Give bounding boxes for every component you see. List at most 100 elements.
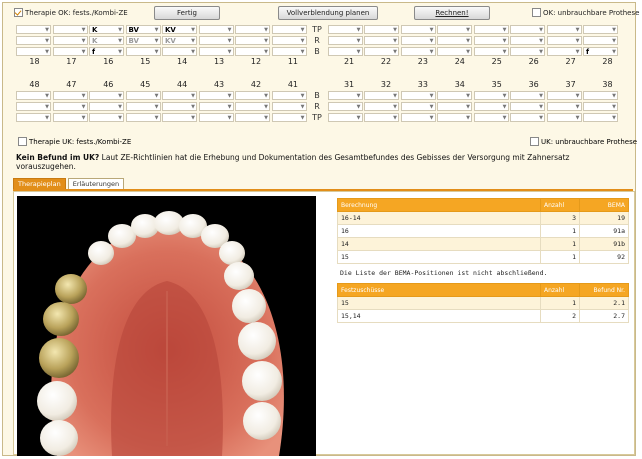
- tooth-finding-select[interactable]: ▼: [583, 102, 618, 111]
- chevron-down-icon[interactable]: ▼: [539, 103, 543, 112]
- tooth-finding-select[interactable]: ▼: [510, 25, 545, 34]
- chevron-down-icon[interactable]: ▼: [430, 114, 434, 123]
- chevron-down-icon[interactable]: ▼: [466, 103, 470, 112]
- tooth-finding-select[interactable]: ▼: [235, 113, 270, 122]
- tooth-finding-select[interactable]: BV ▼: [125, 36, 161, 45]
- tooth-finding-select[interactable]: ▼: [437, 113, 472, 122]
- chevron-down-icon[interactable]: ▼: [45, 37, 49, 46]
- tooth-finding-select[interactable]: ▼: [510, 36, 545, 45]
- tooth-finding-select[interactable]: ▼: [583, 113, 618, 122]
- chevron-down-icon[interactable]: ▼: [503, 26, 507, 35]
- tooth-finding-select[interactable]: ▼: [327, 25, 363, 34]
- chevron-down-icon[interactable]: ▼: [430, 103, 434, 112]
- chevron-down-icon[interactable]: ▼: [118, 37, 122, 46]
- tooth-finding-select[interactable]: ▼: [400, 102, 436, 112]
- chevron-down-icon[interactable]: ▼: [430, 26, 434, 35]
- tooth-finding-select[interactable]: ▼: [364, 47, 399, 56]
- chevron-down-icon[interactable]: ▼: [576, 48, 580, 57]
- tooth-finding-select[interactable]: ▼: [400, 25, 436, 35]
- tooth-finding-select[interactable]: ▼: [473, 91, 509, 100]
- chevron-down-icon[interactable]: ▼: [393, 26, 397, 35]
- chevron-down-icon[interactable]: ▼: [82, 92, 86, 101]
- chevron-down-icon[interactable]: ▼: [576, 92, 580, 101]
- chevron-down-icon[interactable]: ▼: [503, 103, 507, 112]
- chevron-down-icon[interactable]: ▼: [191, 103, 195, 112]
- tooth-finding-select[interactable]: ▼: [89, 91, 124, 100]
- checkbox-box[interactable]: [18, 137, 27, 146]
- chevron-down-icon[interactable]: ▼: [503, 114, 507, 123]
- tooth-finding-select[interactable]: ▼: [510, 113, 545, 122]
- tooth-finding-select[interactable]: ▼: [546, 47, 582, 57]
- chevron-down-icon[interactable]: ▼: [301, 114, 305, 123]
- checkbox-box[interactable]: [14, 8, 23, 17]
- tooth-finding-select[interactable]: ▼: [510, 102, 545, 111]
- chevron-down-icon[interactable]: ▼: [301, 103, 305, 112]
- chevron-down-icon[interactable]: ▼: [264, 26, 268, 35]
- tooth-finding-select[interactable]: ▼: [473, 113, 509, 123]
- tooth-finding-select[interactable]: ▼: [235, 25, 270, 34]
- tooth-finding-select[interactable]: KV ▼: [162, 25, 197, 34]
- chevron-down-icon[interactable]: ▼: [264, 92, 268, 101]
- tooth-finding-select[interactable]: ▼: [364, 25, 399, 34]
- chevron-down-icon[interactable]: ▼: [264, 37, 268, 46]
- chevron-down-icon[interactable]: ▼: [118, 48, 122, 57]
- tooth-finding-select[interactable]: ▼: [198, 25, 234, 34]
- tooth-finding-select[interactable]: ▼: [52, 102, 88, 111]
- chevron-down-icon[interactable]: ▼: [155, 26, 159, 35]
- chevron-down-icon[interactable]: ▼: [228, 114, 232, 123]
- chevron-down-icon[interactable]: ▼: [612, 48, 616, 57]
- tooth-finding-select[interactable]: K ▼: [89, 36, 124, 45]
- chevron-down-icon[interactable]: ▼: [45, 103, 49, 112]
- chevron-down-icon[interactable]: ▼: [45, 48, 49, 57]
- tooth-finding-select[interactable]: ▼: [473, 102, 509, 112]
- tooth-finding-select[interactable]: ▼: [198, 36, 234, 46]
- tooth-finding-select[interactable]: ▼: [52, 25, 88, 34]
- tooth-finding-select[interactable]: ▼: [546, 102, 582, 111]
- chevron-down-icon[interactable]: ▼: [539, 48, 543, 57]
- therapy-ok-checkbox[interactable]: Therapie OK: fests./Kombi-ZE: [14, 8, 128, 17]
- chevron-down-icon[interactable]: ▼: [264, 114, 268, 123]
- chevron-down-icon[interactable]: ▼: [612, 92, 616, 101]
- chevron-down-icon[interactable]: ▼: [118, 114, 122, 123]
- tooth-finding-select[interactable]: ▼: [437, 91, 472, 100]
- tooth-finding-select[interactable]: ▼: [583, 25, 618, 34]
- tooth-finding-select[interactable]: ▼: [327, 102, 363, 111]
- tooth-finding-select[interactable]: ▼: [437, 47, 472, 56]
- tooth-finding-select[interactable]: KV ▼: [162, 36, 197, 45]
- tooth-finding-select[interactable]: ▼: [271, 25, 307, 34]
- chevron-down-icon[interactable]: ▼: [191, 114, 195, 123]
- chevron-down-icon[interactable]: ▼: [576, 37, 580, 46]
- tooth-finding-select[interactable]: ▼: [16, 36, 51, 45]
- tooth-finding-select[interactable]: ▼: [437, 36, 472, 45]
- tooth-finding-select[interactable]: BV ▼: [125, 25, 161, 35]
- chevron-down-icon[interactable]: ▼: [466, 26, 470, 35]
- tooth-finding-select[interactable]: ▼: [52, 91, 88, 101]
- chevron-down-icon[interactable]: ▼: [357, 114, 361, 123]
- chevron-down-icon[interactable]: ▼: [45, 26, 49, 35]
- chevron-down-icon[interactable]: ▼: [539, 114, 543, 123]
- tooth-finding-select[interactable]: ▼: [546, 91, 582, 101]
- tooth-finding-select[interactable]: ▼: [271, 91, 307, 100]
- chevron-down-icon[interactable]: ▼: [539, 26, 543, 35]
- tooth-finding-select[interactable]: ▼: [198, 91, 234, 100]
- tooth-finding-select[interactable]: ▼: [198, 113, 234, 123]
- chevron-down-icon[interactable]: ▼: [393, 37, 397, 46]
- tooth-finding-select[interactable]: ▼: [327, 113, 363, 123]
- rechnen-button[interactable]: Rechnen!: [414, 6, 490, 20]
- tooth-finding-select[interactable]: ▼: [327, 36, 363, 45]
- tooth-finding-select[interactable]: ▼: [400, 36, 436, 45]
- chevron-down-icon[interactable]: ▼: [466, 48, 470, 57]
- tooth-finding-select[interactable]: ▼: [400, 47, 436, 56]
- tooth-finding-select[interactable]: ▼: [52, 47, 88, 56]
- tooth-finding-select[interactable]: ▼: [546, 113, 582, 122]
- chevron-down-icon[interactable]: ▼: [503, 37, 507, 46]
- therapy-uk-checkbox[interactable]: Therapie UK: fests./Kombi-ZE: [18, 137, 131, 146]
- chevron-down-icon[interactable]: ▼: [612, 103, 616, 112]
- chevron-down-icon[interactable]: ▼: [155, 103, 159, 112]
- tooth-finding-select[interactable]: ▼: [16, 47, 51, 56]
- chevron-down-icon[interactable]: ▼: [430, 92, 434, 101]
- chevron-down-icon[interactable]: ▼: [191, 48, 195, 57]
- tooth-finding-select[interactable]: ▼: [473, 47, 509, 56]
- chevron-down-icon[interactable]: ▼: [228, 37, 232, 46]
- tooth-finding-select[interactable]: ▼: [52, 113, 88, 122]
